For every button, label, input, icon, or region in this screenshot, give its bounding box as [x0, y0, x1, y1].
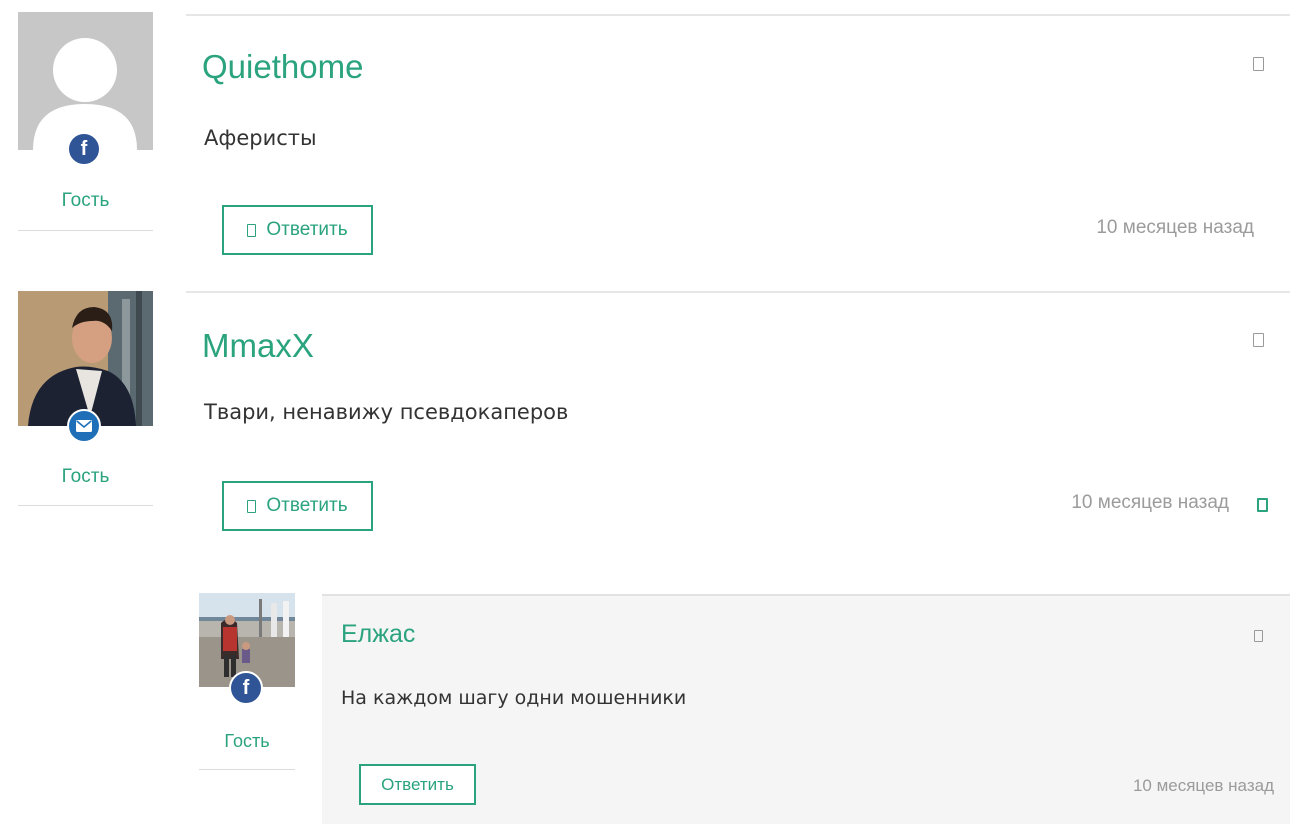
divider — [18, 505, 153, 506]
comment-author[interactable]: Quiethome — [202, 48, 363, 86]
more-options-icon[interactable] — [1253, 57, 1264, 71]
divider — [18, 230, 153, 231]
divider — [322, 594, 1290, 596]
reply-button[interactable]: Ответить — [359, 764, 476, 805]
user-role: Гость — [224, 731, 270, 751]
user-photo — [18, 291, 153, 426]
reply-card: Елжас На каждом шагу одни мошенники Отве… — [322, 594, 1290, 824]
reply-label: Ответить — [381, 774, 454, 794]
comment-text: Аферисты — [204, 126, 317, 150]
comments-section: f Гость Quiethome Аферисты Ответить 10 м… — [0, 0, 1306, 837]
reply-icon — [247, 499, 257, 513]
avatar[interactable] — [18, 12, 153, 150]
facebook-icon: f — [67, 132, 101, 166]
default-user-icon — [18, 12, 153, 150]
user-role: Гость — [61, 466, 110, 487]
comment-card: Quiethome Аферисты Ответить 10 месяцев н… — [186, 14, 1290, 284]
mail-icon — [67, 409, 101, 443]
comment-timestamp: 10 месяцев назад — [1071, 492, 1229, 513]
comment-author[interactable]: MmaxX — [202, 327, 314, 365]
reply-label: Ответить — [266, 219, 348, 240]
reply-button[interactable]: Ответить — [222, 481, 373, 531]
comment-avatar-column: f Гость — [199, 593, 295, 770]
toggle-replies-icon[interactable] — [1257, 498, 1268, 512]
comment-avatar-column: f Гость — [18, 12, 153, 231]
divider — [186, 14, 1290, 16]
comment-timestamp: 10 месяцев назад — [1132, 776, 1274, 795]
avatar[interactable] — [18, 291, 153, 426]
reply-button[interactable]: Ответить — [222, 205, 373, 255]
facebook-icon: f — [229, 671, 263, 705]
comment-text: Твари, ненавижу псевдокаперов — [204, 400, 569, 424]
comment-avatar-column: Гость — [18, 291, 153, 506]
comment-author[interactable]: Елжас — [341, 620, 415, 649]
more-options-icon[interactable] — [1254, 630, 1263, 642]
more-options-icon[interactable] — [1253, 333, 1264, 347]
reply-label: Ответить — [266, 495, 348, 516]
comment-text: На каждом шагу одни мошенники — [341, 687, 687, 709]
comment-card: MmaxX Твари, ненавижу псевдокаперов Отве… — [186, 291, 1290, 555]
divider — [186, 291, 1290, 293]
envelope-icon — [76, 420, 92, 432]
reply-icon — [247, 223, 257, 237]
comment-timestamp: 10 месяцев назад — [1096, 217, 1254, 238]
divider — [199, 769, 295, 770]
user-role: Гость — [61, 190, 110, 211]
